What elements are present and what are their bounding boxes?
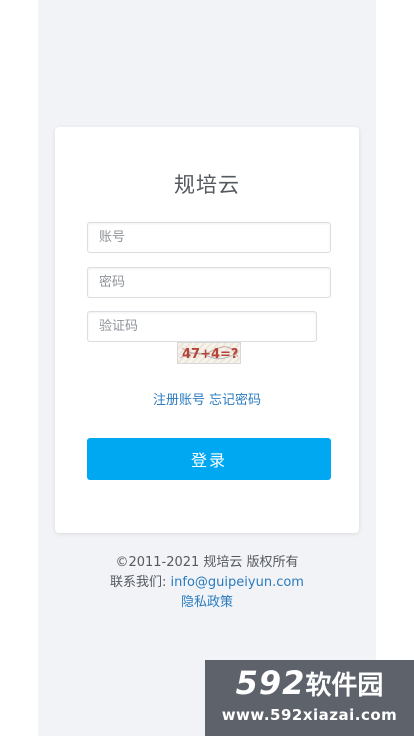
watermark-url: www.592xiazai.com [221,706,398,724]
copyright-text: ©2011-2021 规培云 版权所有 [115,555,299,570]
captcha-text: 47+4=? [182,347,238,362]
watermark-number: 592 [235,664,306,702]
account-input[interactable] [87,222,331,253]
contact-line: 联系我们: info@guipeiyun.com [38,573,376,593]
footer: ©2011-2021 规培云 版权所有 联系我们: info@guipeiyun… [38,553,376,613]
password-input[interactable] [87,267,331,298]
captcha-image[interactable]: 47+4=? [177,342,241,364]
forgot-password-link[interactable]: 忘记密码 [209,393,261,408]
account-links: 注册账号 忘记密码 [55,389,359,408]
contact-email-link[interactable]: info@guipeiyun.com [171,575,304,590]
register-link[interactable]: 注册账号 [153,393,205,408]
watermark-name: 软件园 [305,671,384,701]
contact-label: 联系我们: [110,575,167,590]
page: 规培云 47+4=? 注册账号忘记密码 登录 ©2011-2021 规培云 版权… [0,0,414,736]
watermark-logo: 592软件园 www.592xiazai.com [205,660,414,736]
privacy-policy-link[interactable]: 隐私政策 [38,593,376,613]
login-card: 规培云 47+4=? 注册账号忘记密码 登录 [55,127,359,533]
login-button[interactable]: 登录 [87,438,331,480]
captcha-input[interactable] [87,311,317,342]
watermark-title: 592软件园 [205,664,414,704]
page-title: 规培云 [174,173,240,197]
